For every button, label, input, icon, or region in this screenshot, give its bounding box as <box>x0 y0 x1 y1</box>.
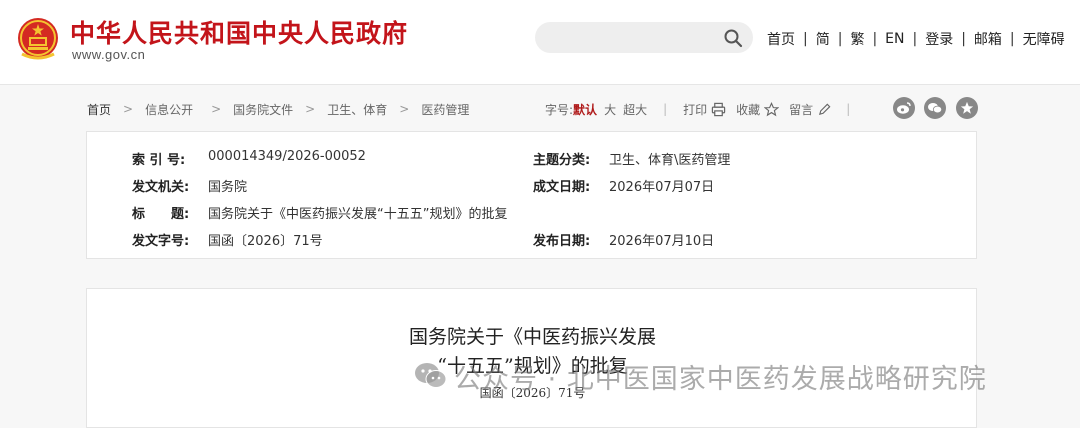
national-emblem-icon[interactable] <box>16 16 60 62</box>
breadcrumb-home[interactable]: 首页 <box>87 101 111 118</box>
comment-button[interactable]: 留言 <box>789 101 813 118</box>
info-value: 国务院关于《中医药振兴发展“十五五”规划》的批复 <box>208 207 508 222</box>
nav-separator: | <box>961 31 966 47</box>
favorite-button[interactable]: 收藏 <box>736 101 760 118</box>
info-label: 成文日期: <box>533 180 591 195</box>
info-value: 卫生、体育\医药管理 <box>609 153 731 168</box>
pencil-icon[interactable] <box>817 102 832 117</box>
printer-icon[interactable] <box>711 102 726 117</box>
site-title[interactable]: 中华人民共和国中央人民政府 <box>70 14 408 50</box>
info-value: 2026年07月07日 <box>609 180 715 195</box>
chevron-right-icon: > <box>123 102 134 116</box>
breadcrumb-health-sports[interactable]: 卫生、体育 <box>327 101 387 118</box>
qzone-share-icon[interactable] <box>956 97 978 119</box>
nav-separator: | <box>837 31 843 47</box>
tool-separator: | <box>846 102 851 116</box>
print-button[interactable]: 打印 <box>683 101 707 118</box>
nav-accessibility[interactable]: 无障碍 <box>1023 29 1065 49</box>
nav-login[interactable]: 登录 <box>925 29 953 49</box>
search-input[interactable] <box>549 28 723 48</box>
top-nav: 首页 | 简 | 繁 | EN | 登录 | 邮箱 | 无障碍 <box>767 29 1065 49</box>
nav-separator: | <box>803 31 808 47</box>
info-label: 主题分类: <box>533 153 591 168</box>
wechat-logo-icon <box>415 363 447 388</box>
site-domain: www.gov.cn <box>72 47 146 62</box>
info-value: 000014349/2026-00052 <box>208 149 366 164</box>
info-label: 索 引 号: <box>132 153 186 168</box>
wechat-share-icon[interactable] <box>924 97 946 119</box>
nav-simplified[interactable]: 简 <box>816 29 830 49</box>
nav-english[interactable]: EN <box>885 31 904 47</box>
breadcrumb-medicine-management[interactable]: 医药管理 <box>421 101 469 118</box>
breadcrumb-state-council-docs[interactable]: 国务院文件 <box>233 101 293 118</box>
weibo-share-icon[interactable] <box>893 97 915 119</box>
search-icon[interactable] <box>723 28 743 48</box>
breadcrumb: 首页 > 信息公开 > 国务院文件 > 卫生、体育 > 医药管理 <box>87 100 469 118</box>
chevron-right-icon: > <box>305 102 316 116</box>
info-value: 国函〔2026〕71号 <box>208 234 323 249</box>
chevron-right-icon: > <box>211 102 222 116</box>
article-title-line-1: 国务院关于《中医药振兴发展 <box>408 326 656 348</box>
site-header: 中华人民共和国中央人民政府 www.gov.cn 首页 | 简 | 繁 | EN… <box>0 0 1080 85</box>
nav-traditional[interactable]: 繁 <box>850 29 864 49</box>
font-size-xlarge[interactable]: 超大 <box>623 101 647 118</box>
info-value: 2026年07月10日 <box>609 234 715 249</box>
watermark-text: 公众号 · 北中医国家中医药发展战略研究院 <box>454 363 987 395</box>
info-label: 发文机关: <box>132 180 190 195</box>
nav-separator: | <box>912 31 918 47</box>
font-size-large[interactable]: 大 <box>604 101 616 118</box>
star-icon[interactable] <box>764 101 780 117</box>
info-value: 国务院 <box>208 180 248 195</box>
nav-home[interactable]: 首页 <box>767 29 795 49</box>
nav-mailbox[interactable]: 邮箱 <box>974 29 1002 49</box>
font-size-label: 字号: <box>545 102 574 117</box>
document-info-box: 索 引 号: 000014349/2026-00052 主题分类: 卫生、体育\… <box>86 131 977 259</box>
tool-separator: | <box>663 102 668 116</box>
info-label: 标 题: <box>132 207 190 222</box>
nav-separator: | <box>1009 31 1015 47</box>
breadcrumb-info-public[interactable]: 信息公开 <box>145 101 193 118</box>
font-size-default[interactable]: 默认 <box>573 101 597 118</box>
watermark: 公众号 · 北中医国家中医药发展战略研究院 <box>414 356 987 396</box>
chevron-right-icon: > <box>399 102 410 116</box>
info-label: 发布日期: <box>533 234 591 249</box>
article-tools: 字号: 默认 大 超大 | 打印 收藏 留言 | <box>545 100 866 118</box>
info-label: 发文字号: <box>132 234 190 249</box>
search-box <box>535 22 753 53</box>
nav-separator: | <box>872 31 878 47</box>
